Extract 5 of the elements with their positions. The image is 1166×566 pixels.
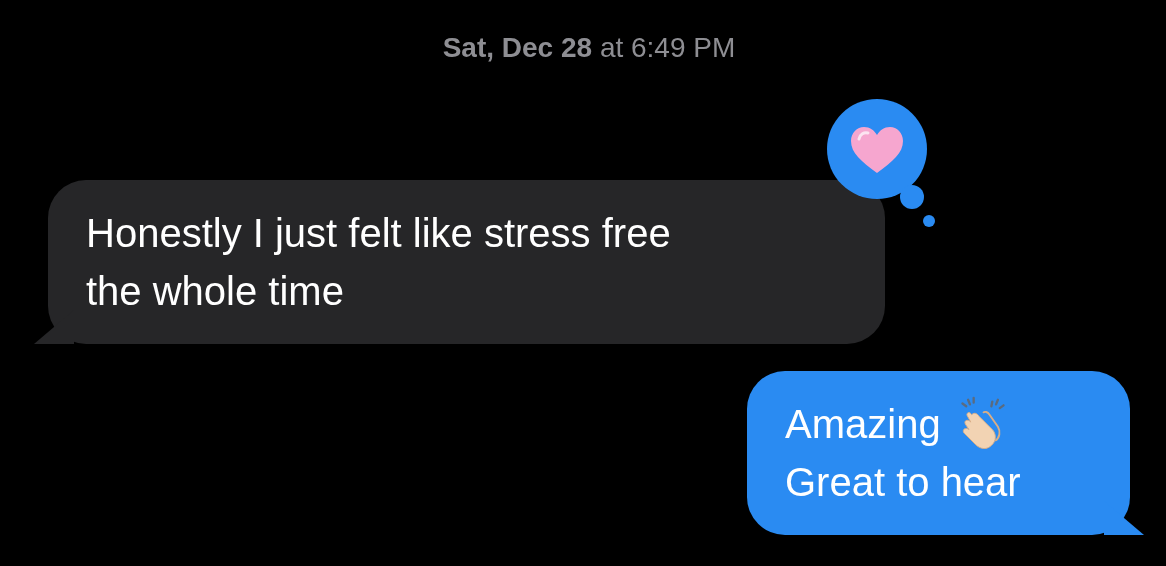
- timestamp: Sat, Dec 28 at 6:49 PM: [442, 31, 736, 65]
- message-text: Amazing: [785, 401, 941, 448]
- message-text: Great to hear: [785, 459, 1021, 506]
- message-text: Honestly I just felt like stress free: [86, 210, 671, 257]
- message-text: the whole time: [86, 268, 344, 315]
